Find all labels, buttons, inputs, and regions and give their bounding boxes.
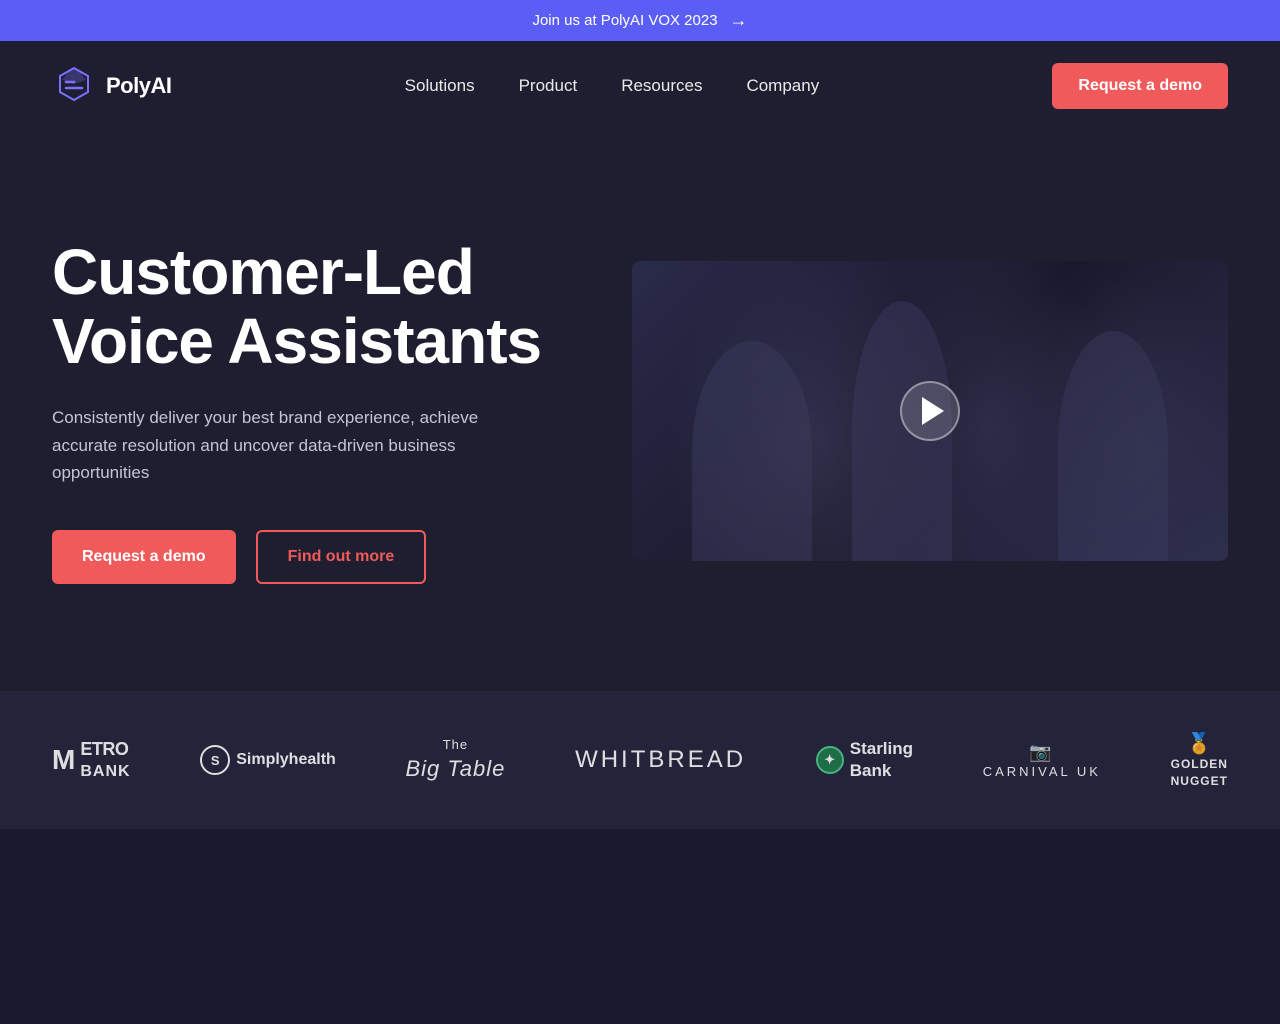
video-thumbnail: [632, 261, 1228, 561]
nav-product[interactable]: Product: [519, 76, 578, 95]
logo-icon: [52, 64, 96, 108]
client-golden-nugget: 🏅 GOLDENNUGGET: [1171, 731, 1228, 789]
clients-strip: M ETROBANK S Simplyhealth TheBig Table W…: [0, 691, 1280, 829]
client-starling-bank: ✦ StarlingBank: [816, 738, 913, 782]
hero-title: Customer-Led Voice Assistants: [52, 238, 572, 376]
logo-text: PolyAI: [106, 73, 171, 99]
carnival-camera-icon: 📷: [1029, 742, 1054, 762]
request-demo-nav-button[interactable]: Request a demo: [1052, 63, 1228, 109]
hero-content: Customer-Led Voice Assistants Consistent…: [52, 238, 572, 584]
nav-resources[interactable]: Resources: [621, 76, 702, 95]
metro-m-letter: M: [52, 744, 74, 776]
request-demo-hero-button[interactable]: Request a demo: [52, 530, 236, 584]
play-button[interactable]: [900, 381, 960, 441]
nav-links: Solutions Product Resources Company: [405, 76, 820, 96]
client-metro-bank: M ETROBANK: [52, 739, 131, 781]
hero-video[interactable]: [632, 261, 1228, 561]
find-out-more-button[interactable]: Find out more: [256, 530, 427, 584]
banner-arrow: →: [730, 10, 748, 31]
nav-solutions[interactable]: Solutions: [405, 76, 475, 95]
hero-subtitle: Consistently deliver your best brand exp…: [52, 404, 482, 486]
client-carnival-uk: 📷 CARNIVAL UK: [983, 742, 1101, 779]
hero-buttons: Request a demo Find out more: [52, 530, 572, 584]
golden-nugget-wreath-icon: 🏅: [1187, 733, 1212, 755]
simply-icon: S: [200, 745, 230, 775]
navbar: PolyAI Solutions Product Resources Compa…: [0, 41, 1280, 131]
logo-link[interactable]: PolyAI: [52, 64, 171, 108]
starling-icon: ✦: [816, 746, 844, 774]
top-banner[interactable]: Join us at PolyAI VOX 2023 →: [0, 0, 1280, 41]
nav-company[interactable]: Company: [746, 76, 819, 95]
hero-section: Customer-Led Voice Assistants Consistent…: [0, 131, 1280, 691]
client-simplyhealth: S Simplyhealth: [200, 745, 336, 775]
banner-text: Join us at PolyAI VOX 2023: [532, 12, 717, 29]
client-whitbread: WHITBREAD: [575, 746, 746, 774]
client-big-table: TheBig Table: [405, 736, 505, 785]
